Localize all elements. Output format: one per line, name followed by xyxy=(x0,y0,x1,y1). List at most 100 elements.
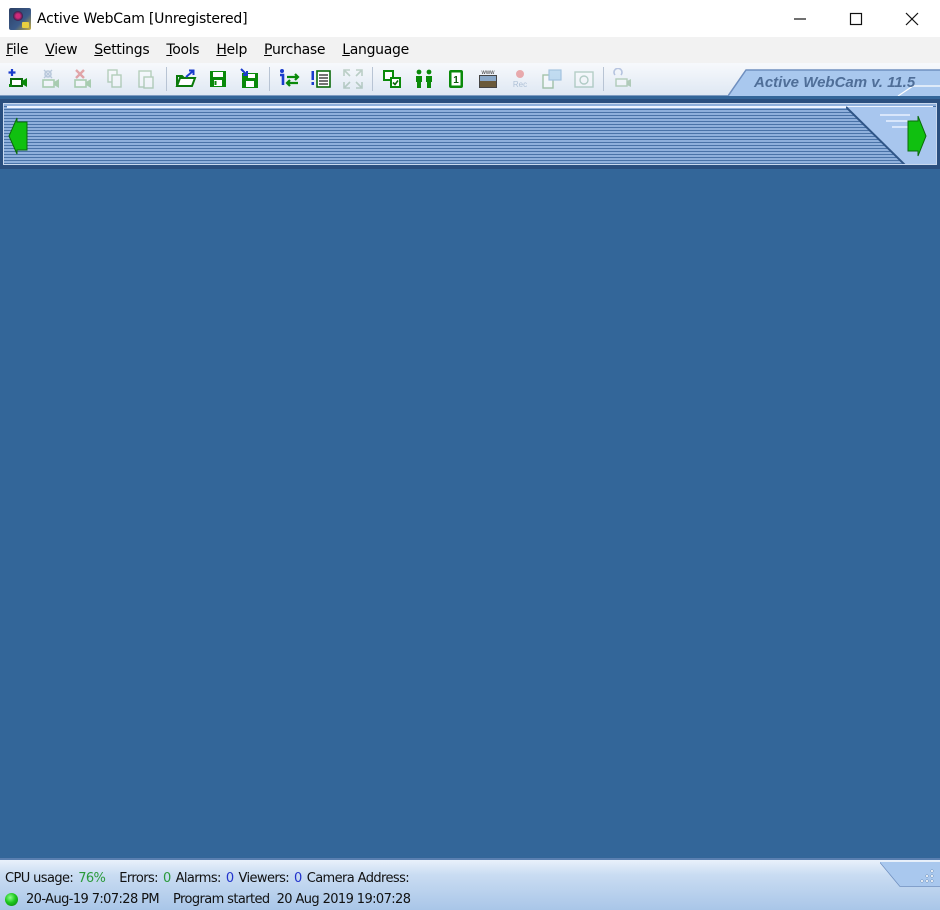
window-controls xyxy=(772,0,940,37)
add-camera-icon xyxy=(8,69,27,87)
schedule-button[interactable]: 1 xyxy=(440,65,472,93)
menu-help-accel: H xyxy=(216,42,227,58)
close-button[interactable] xyxy=(884,0,940,37)
resize-grip[interactable] xyxy=(879,861,940,890)
viewers-label: Viewers: xyxy=(238,871,290,886)
minimize-icon xyxy=(794,17,806,20)
record-icon: Rec xyxy=(513,70,527,89)
toolbar-separator xyxy=(372,67,373,91)
title-bar: Active WebCam [Unregistered] xyxy=(0,0,940,37)
camera-address-label: Camera Address: xyxy=(306,871,410,886)
toolbar-separator xyxy=(603,67,604,91)
snapshot-icon xyxy=(574,71,594,88)
save-button[interactable] xyxy=(202,65,234,93)
close-icon xyxy=(905,12,919,25)
app-icon[interactable] xyxy=(9,7,31,30)
record-label: Rec xyxy=(513,80,527,89)
menu-purchase-accel: P xyxy=(264,42,272,58)
record-button[interactable]: Rec xyxy=(504,65,536,93)
version-label: Active WebCam v. 11.5 xyxy=(754,74,916,91)
menu-help-label: elp xyxy=(226,42,248,58)
save-icon xyxy=(210,71,226,87)
viewers-value: 0 xyxy=(294,871,302,886)
errors-value: 0 xyxy=(162,871,171,886)
maximize-icon xyxy=(849,12,863,25)
camera-strip-panel xyxy=(3,103,937,165)
information-button[interactable] xyxy=(273,65,305,93)
copy-icon xyxy=(107,69,122,88)
camera-strip xyxy=(0,99,940,169)
window-title: Active WebCam [Unregistered] xyxy=(37,10,248,27)
paste-button[interactable] xyxy=(131,65,163,93)
menu-help[interactable]: Help xyxy=(216,42,247,58)
capture-image-icon xyxy=(542,69,562,89)
toolbar-separator xyxy=(166,67,167,91)
menu-language[interactable]: Language xyxy=(342,42,409,58)
event-log-button[interactable] xyxy=(305,65,337,93)
delete-camera-icon xyxy=(74,69,91,88)
svg-text:1: 1 xyxy=(453,75,459,86)
event-log-icon xyxy=(311,70,331,88)
users-icon xyxy=(416,69,432,88)
users-button[interactable] xyxy=(408,65,440,93)
status-counters: CPU usage: 76% Errors: 0 Alarms: 0 Viewers: 0 Ca… xyxy=(5,871,410,886)
menu-view-label: iew xyxy=(54,42,78,58)
menu-language-label: anguage xyxy=(349,42,410,58)
full-screen-icon xyxy=(343,69,363,89)
cpu-usage-value: 76% xyxy=(78,871,106,886)
cpu-usage-label: CPU usage: xyxy=(5,871,74,886)
alarms-label: Alarms: xyxy=(175,871,222,886)
status-log: 20-Aug-19 7:07:28 PM Program started 20 … xyxy=(5,892,411,907)
menu-view[interactable]: View xyxy=(45,42,77,58)
web-publish-button[interactable]: www xyxy=(472,65,504,93)
save-as-icon xyxy=(240,68,258,88)
menu-settings-label: ettings xyxy=(102,42,150,58)
schedule-icon: 1 xyxy=(449,70,463,88)
status-datetime: 20-Aug-19 7:07:28 PM xyxy=(26,892,160,907)
scroll-right-arrow[interactable] xyxy=(906,114,928,158)
copy-button[interactable] xyxy=(99,65,131,93)
menu-file-label: ile xyxy=(12,42,29,58)
full-screen-button[interactable] xyxy=(337,65,369,93)
status-bar: CPU usage: 76% Errors: 0 Alarms: 0 Viewers: 0 Ca… xyxy=(0,858,940,910)
status-led-icon xyxy=(5,893,18,906)
menu-settings[interactable]: Settings xyxy=(94,42,149,58)
menu-settings-accel: S xyxy=(94,42,103,58)
open-button[interactable] xyxy=(170,65,202,93)
toolbar-separator xyxy=(269,67,270,91)
add-camera-button[interactable] xyxy=(3,65,35,93)
information-icon xyxy=(280,69,300,87)
camera-view-area[interactable] xyxy=(0,169,940,858)
open-icon xyxy=(175,69,197,87)
snapshot-button[interactable] xyxy=(568,65,600,93)
alarms-value: 0 xyxy=(225,871,234,886)
maximize-button[interactable] xyxy=(828,0,884,37)
menu-tools-label: ools xyxy=(172,42,200,58)
version-banner: Active WebCam v. 11.5 xyxy=(728,68,940,96)
save-as-button[interactable] xyxy=(234,65,266,93)
network-camera-button[interactable] xyxy=(607,65,639,93)
network-camera-icon xyxy=(613,68,631,87)
menu-language-accel: L xyxy=(342,42,350,58)
menu-file[interactable]: File xyxy=(6,42,29,58)
delete-camera-button[interactable] xyxy=(67,65,99,93)
menu-file-accel: F xyxy=(6,42,13,58)
menu-tools[interactable]: Tools xyxy=(166,42,199,58)
strip-highlight xyxy=(7,106,933,108)
web-publish-icon: www xyxy=(479,70,497,88)
minimize-button[interactable] xyxy=(772,0,828,37)
capture-image-button[interactable] xyxy=(536,65,568,93)
scroll-left-arrow[interactable] xyxy=(7,116,31,156)
toolbar: 1 www Rec Active WebCam v. 11.5 xyxy=(0,63,940,96)
menu-purchase[interactable]: Purchase xyxy=(264,42,325,58)
status-message: Program started 20 Aug 2019 19:07:28 xyxy=(173,892,411,907)
layout-icon xyxy=(383,70,401,88)
menu-purchase-label: urchase xyxy=(271,42,326,58)
menu-bar: File View Settings Tools Help Purchase L… xyxy=(0,37,940,63)
camera-properties-button[interactable] xyxy=(35,65,67,93)
errors-label: Errors: xyxy=(119,871,158,886)
layout-button[interactable] xyxy=(376,65,408,93)
paste-icon xyxy=(138,70,154,89)
camera-properties-icon xyxy=(42,69,59,88)
menu-view-accel: V xyxy=(45,42,55,58)
